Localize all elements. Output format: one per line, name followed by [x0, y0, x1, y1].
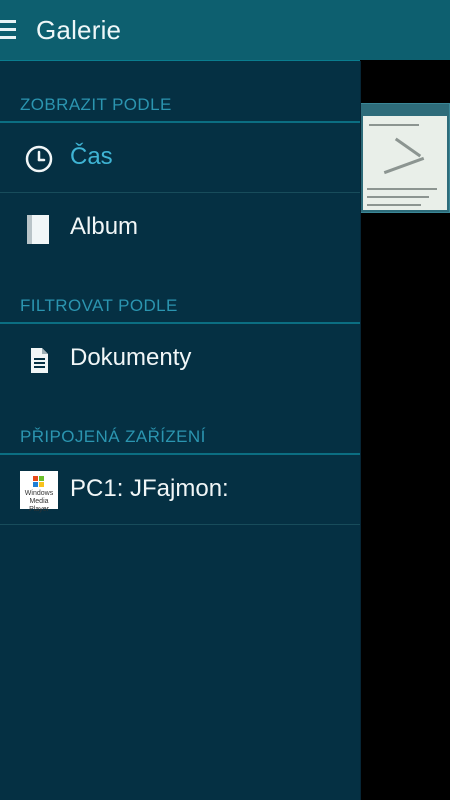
- album-icon: [24, 214, 54, 244]
- gallery-thumbnail[interactable]: [360, 103, 450, 213]
- drawer-item-album[interactable]: Album: [0, 193, 360, 263]
- app-title: Galerie: [36, 14, 122, 45]
- drawer-item-label: PC1: JFajmon:: [70, 475, 229, 502]
- windows-media-player-icon: Windows Media Player: [20, 471, 58, 513]
- navigation-drawer: ZOBRAZIT PODLE Čas Album FILTROVAT PODLE: [0, 61, 361, 800]
- drawer-item-pc1[interactable]: Windows Media Player PC1: JFajmon:: [0, 455, 360, 525]
- section-header-view-by: ZOBRAZIT PODLE: [0, 95, 360, 123]
- app-bar: Galerie: [0, 0, 450, 61]
- section-header-connected-devices: PŘIPOJENÁ ZAŘÍZENÍ: [0, 427, 360, 455]
- clock-icon: [24, 144, 54, 174]
- drawer-item-label: Dokumenty: [70, 344, 192, 371]
- drawer-item-documents[interactable]: Dokumenty: [0, 324, 360, 394]
- gallery-background: [360, 60, 450, 800]
- drawer-item-time[interactable]: Čas: [0, 123, 360, 193]
- drawer-item-label: Čas: [70, 143, 113, 170]
- section-header-filter-by: FILTROVAT PODLE: [0, 296, 360, 324]
- drawer-item-label: Album: [70, 213, 139, 240]
- document-icon: [24, 345, 54, 375]
- menu-icon[interactable]: [0, 19, 16, 41]
